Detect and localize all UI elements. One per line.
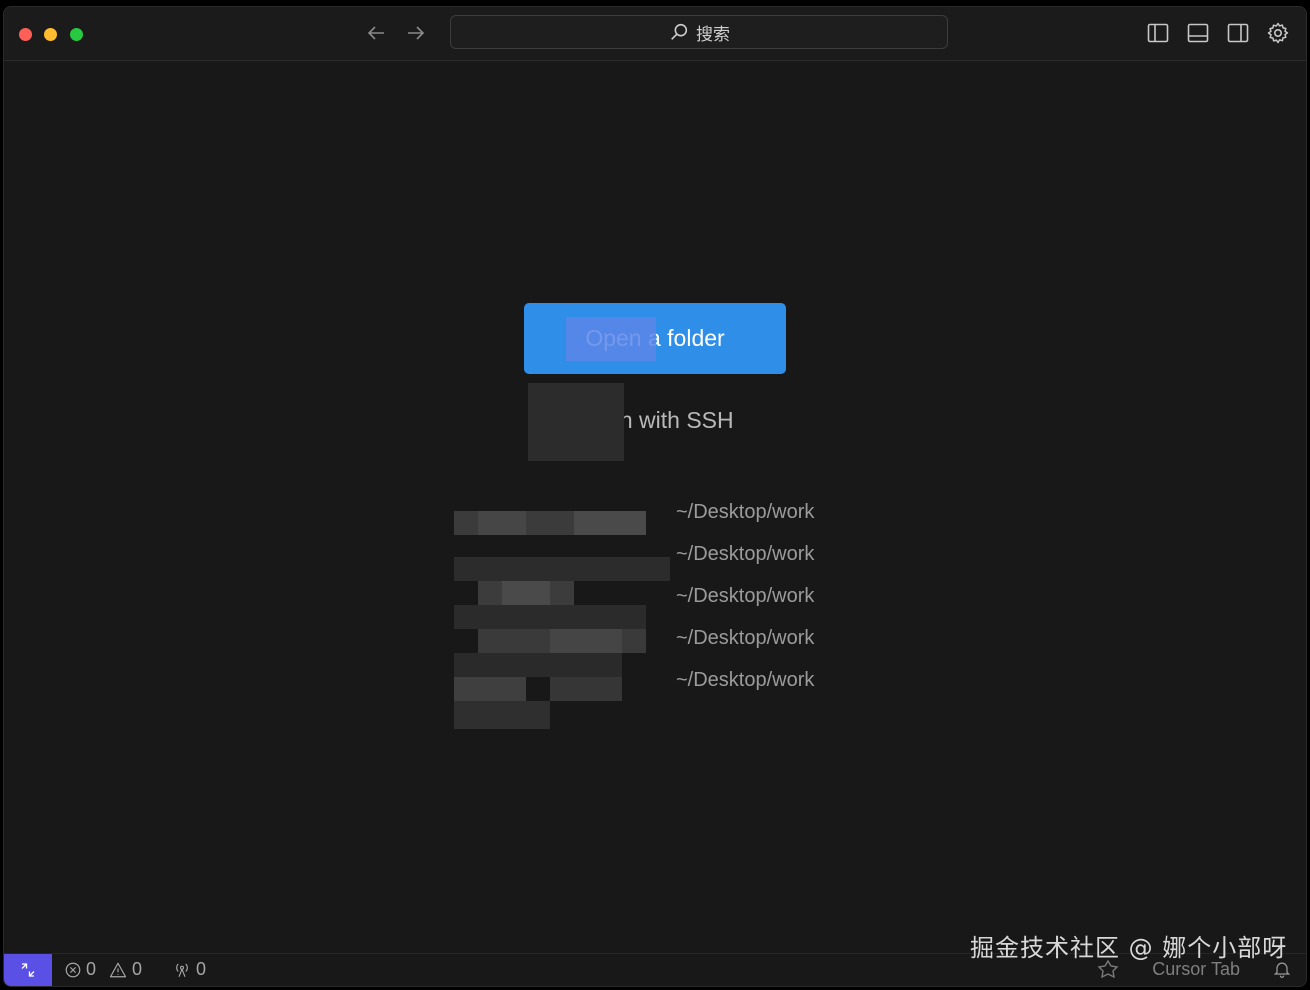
recent-project-path: ~/Desktop/work [676,542,815,565]
search-icon [671,23,688,40]
recent-project-path: ~/Desktop/work [676,500,815,523]
arrow-left-icon[interactable] [364,21,388,45]
maximize-window-button[interactable] [70,28,83,41]
redaction-mosaic [454,497,684,807]
error-icon [65,962,81,977]
search-placeholder: 搜索 [696,24,730,44]
warning-count: 0 [132,959,143,979]
forwarded-ports[interactable]: 0 [172,959,206,980]
title-bar: 搜索 [4,7,1306,61]
remote-icon [21,963,35,977]
watermark: 掘金技术社区 @ 娜个小部呀 [970,934,1288,962]
redaction-mosaic-mid [528,383,624,461]
error-count: 0 [86,959,97,979]
ports-count: 0 [196,959,207,979]
gear-icon[interactable] [1266,21,1290,45]
toggle-secondary-sidebar-icon[interactable] [1226,21,1250,45]
warning-icon [109,962,127,977]
problems-warnings[interactable]: 0 [108,959,142,980]
arrow-right-icon[interactable] [404,21,428,45]
app-window: 搜索 Open a folder Open with SSH ~/Desktop… [3,6,1307,987]
redaction-mosaic-top [566,317,656,361]
toggle-panel-icon[interactable] [1186,21,1210,45]
command-center-search[interactable]: 搜索 [450,15,948,49]
minimize-window-button[interactable] [44,28,57,41]
problems-errors[interactable]: 0 [64,959,96,980]
toggle-primary-sidebar-icon[interactable] [1146,21,1170,45]
recent-project-path: ~/Desktop/work [676,668,815,691]
welcome-area: Open a folder Open with SSH ~/Desktop/wo… [4,61,1306,957]
recent-project-path: ~/Desktop/work [676,584,815,607]
remote-indicator[interactable] [4,954,52,986]
close-window-button[interactable] [19,28,32,41]
recent-project-path: ~/Desktop/work [676,626,815,649]
ports-icon [176,963,188,977]
